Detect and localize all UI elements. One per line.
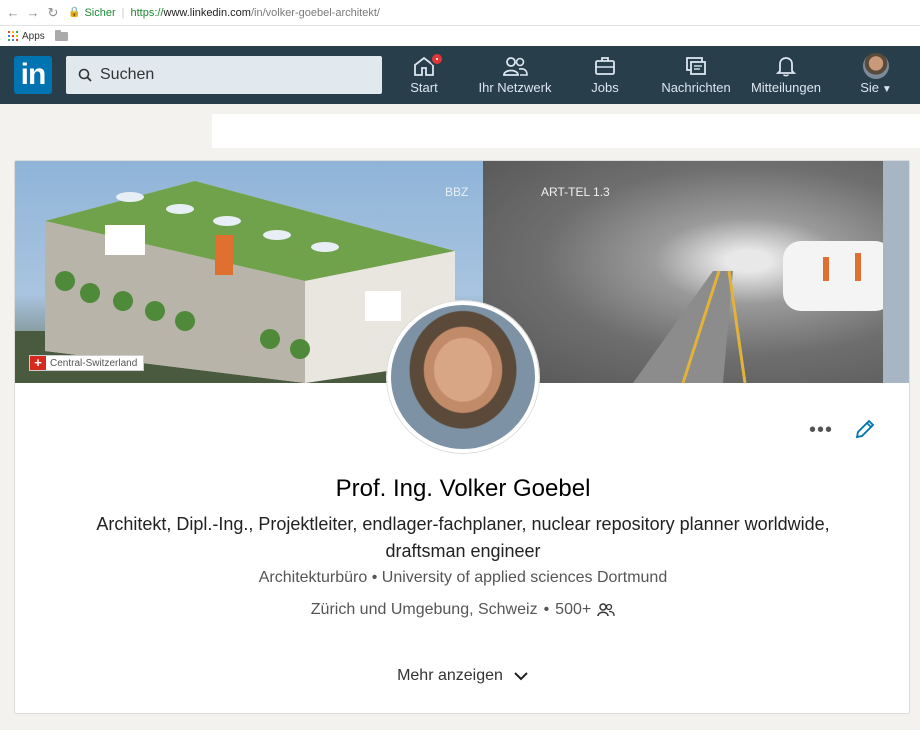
nav-notifications-label: Mitteilungen (750, 80, 822, 95)
banner-label-right: ART-TEL 1.3 (541, 185, 610, 199)
caret-down-icon: ▼ (879, 84, 892, 95)
nav-me[interactable]: Sie ▼ (856, 52, 896, 100)
show-more-button[interactable]: Mehr anzeigen (15, 667, 909, 685)
nav-jobs-label: Jobs (591, 80, 619, 95)
nav-network[interactable]: Ihr Netzwerk (470, 52, 560, 100)
forward-icon[interactable]: → (26, 5, 40, 20)
profile-card: BBZ ART-TEL 1.3 + Central-Switzerland ••… (14, 160, 910, 714)
profile-connections[interactable]: 500+ (555, 601, 591, 619)
nav-jobs[interactable]: Jobs (584, 52, 626, 100)
profile-name: Prof. Ing. Volker Goebel (335, 475, 591, 502)
avatar (863, 53, 889, 79)
connections-icon (597, 603, 615, 617)
url-host: www.linkedin.com (163, 6, 251, 19)
reload-icon[interactable]: ↻ (46, 5, 60, 21)
nav-messages[interactable]: Nachrichten (652, 52, 740, 100)
back-icon[interactable]: ← (6, 5, 20, 20)
linkedin-logo[interactable]: in (14, 56, 52, 94)
bookmarks-bar: Apps (0, 26, 920, 46)
nav-notifications[interactable]: Mitteilungen (744, 52, 828, 100)
show-more-label: Mehr anzeigen (397, 667, 503, 684)
nav-network-label: Ihr Netzwerk (478, 80, 552, 95)
browser-nav: ← → ↻ (6, 5, 60, 21)
profile-location-row: Zürich und Umgebung, Schweiz • 500+ (15, 601, 909, 619)
profile-photo[interactable] (387, 301, 539, 453)
linkedin-header: in Start Ihr Netzwerk Jobs Nachrichten M (0, 46, 920, 104)
placeholder-strip (212, 114, 920, 148)
notification-badge (430, 52, 444, 66)
address-bar[interactable]: 🔒 Sicher | https://www.linkedin.com/in/v… (68, 3, 920, 23)
search-box[interactable] (66, 56, 382, 94)
edit-pencil-icon[interactable] (853, 417, 877, 441)
profile-company[interactable]: Architekturbüro (259, 569, 368, 586)
messages-icon (686, 57, 706, 75)
banner-label-left: BBZ (445, 185, 469, 199)
network-icon (503, 57, 528, 76)
separator-dot: • (371, 569, 378, 586)
address-separator: | (121, 6, 125, 19)
location-flag-label: + Central-Switzerland (29, 355, 145, 371)
more-options-button[interactable]: ••• (809, 419, 833, 442)
search-input[interactable] (100, 66, 360, 84)
nav-start-label: Start (410, 80, 438, 95)
briefcase-icon (595, 57, 615, 75)
profile-company-school: Architekturbüro • University of applied … (15, 569, 909, 587)
flag-label-text: Central-Switzerland (50, 357, 138, 369)
search-icon (78, 68, 92, 82)
folder-icon[interactable] (54, 29, 68, 41)
url-scheme: https:// (130, 6, 164, 19)
swiss-flag-icon: + (30, 356, 46, 370)
nav-start[interactable]: Start (404, 52, 444, 100)
lock-icon: 🔒 (68, 7, 81, 18)
secure-label: Sicher (84, 6, 116, 19)
nav-me-label: Sie ▼ (860, 80, 892, 95)
apps-icon[interactable] (8, 31, 18, 41)
url-path: /in/volker-goebel-architekt/ (250, 6, 380, 19)
bell-icon (775, 57, 797, 77)
separator-dot: • (543, 601, 550, 618)
profile-school[interactable]: University of applied sciences Dortmund (382, 569, 667, 586)
profile-location: Zürich und Umgebung, Schweiz (310, 601, 538, 618)
profile-headline: Architekt, Dipl.-Ing., Projektleiter, en… (96, 514, 830, 561)
chevron-down-icon (514, 672, 528, 681)
apps-bookmark[interactable]: Apps (22, 31, 45, 42)
browser-toolbar: ← → ↻ 🔒 Sicher | https://www.linkedin.co… (0, 0, 920, 26)
nav-messages-label: Nachrichten (661, 80, 731, 95)
